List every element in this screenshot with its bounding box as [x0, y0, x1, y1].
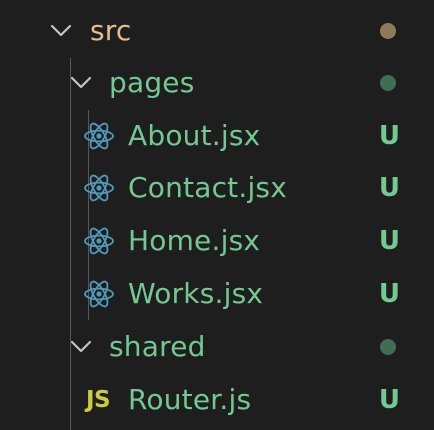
file-label: Home.jsx — [128, 224, 261, 257]
react-icon — [82, 277, 116, 311]
chevron-down-icon — [46, 16, 76, 46]
file-row-home[interactable]: Home.jsx U — [0, 215, 434, 267]
folder-label-shared: shared — [109, 330, 206, 363]
file-explorer-tree: src pages About.jsx U Contact.jsx U Home… — [0, 0, 434, 430]
file-label: Router.js — [128, 383, 252, 416]
git-status-untracked: U — [378, 279, 400, 309]
react-icon — [82, 171, 116, 205]
git-status-untracked: U — [378, 173, 400, 203]
git-status-untracked: U — [378, 385, 400, 415]
js-icon: JS — [86, 387, 111, 413]
git-decoration-dot — [380, 23, 396, 39]
file-row-about[interactable]: About.jsx U — [0, 110, 434, 162]
git-decoration-dot — [380, 339, 396, 355]
react-icon — [82, 224, 116, 258]
folder-label-pages: pages — [109, 66, 195, 99]
git-status-untracked: U — [378, 226, 400, 256]
folder-label-src: src — [90, 14, 132, 47]
folder-row-pages[interactable]: pages — [0, 57, 434, 109]
file-label: Contact.jsx — [128, 171, 287, 204]
git-status-untracked: U — [378, 121, 400, 151]
git-decoration-dot — [380, 75, 396, 91]
file-label: About.jsx — [128, 119, 261, 152]
file-row-router[interactable]: JS Router.js U — [0, 374, 434, 426]
folder-row-src[interactable]: src — [0, 5, 434, 57]
chevron-down-icon — [66, 332, 96, 362]
folder-row-shared[interactable]: shared — [0, 321, 434, 373]
file-row-works[interactable]: Works.jsx U — [0, 268, 434, 320]
file-row-contact[interactable]: Contact.jsx U — [0, 162, 434, 214]
file-label: Works.jsx — [128, 277, 264, 310]
chevron-down-icon — [66, 68, 96, 98]
react-icon — [82, 119, 116, 153]
